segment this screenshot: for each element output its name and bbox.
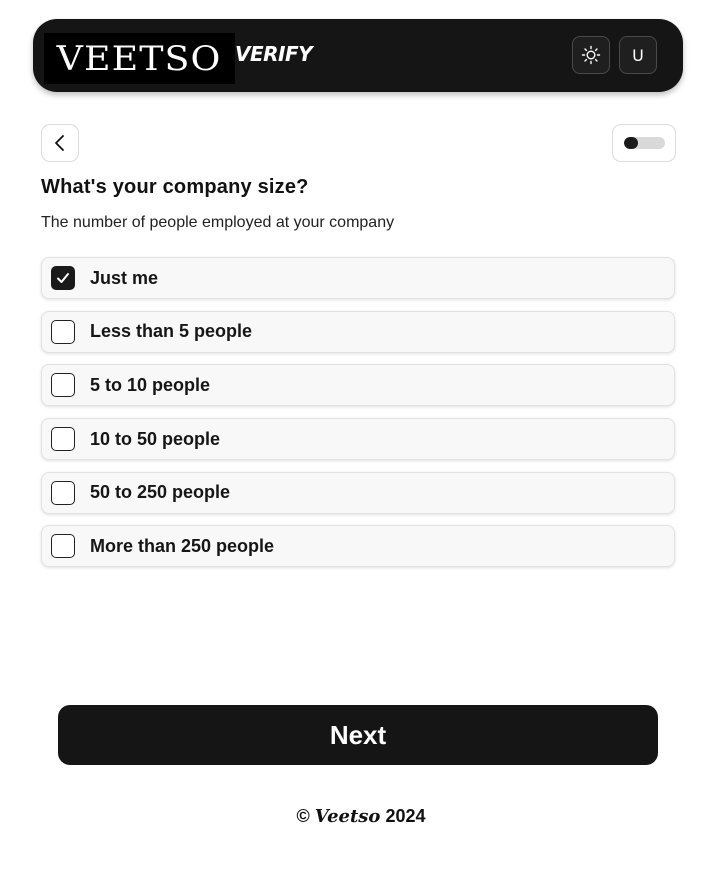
next-button[interactable]: Next <box>58 705 658 765</box>
question-title: What's your company size? <box>41 176 309 198</box>
option-5-to-10[interactable]: 5 to 10 people <box>41 364 675 407</box>
footer-brand: Veetso <box>314 806 381 827</box>
checkbox[interactable] <box>51 266 75 290</box>
option-50-to-250[interactable]: 50 to 250 people <box>41 471 675 514</box>
check-icon <box>57 273 69 283</box>
logo-text: VEETSO <box>57 38 222 79</box>
checkbox[interactable] <box>51 480 75 505</box>
logo[interactable]: VEETSO <box>44 33 235 84</box>
progress-indicator <box>612 124 676 162</box>
option-more-than-250[interactable]: More than 250 people <box>41 525 675 568</box>
checkbox[interactable] <box>51 373 75 398</box>
option-less-than-5[interactable]: Less than 5 people <box>41 310 675 353</box>
back-button[interactable] <box>41 124 79 162</box>
progress-fill <box>623 137 638 149</box>
logo-suffix: VERIFY <box>235 42 313 66</box>
user-avatar-button[interactable]: U <box>619 36 657 74</box>
chevron-left-icon <box>55 135 64 151</box>
option-label: More than 250 people <box>90 535 275 556</box>
option-label: 5 to 10 people <box>90 374 211 395</box>
option-label: 10 to 50 people <box>90 428 221 449</box>
checkbox[interactable] <box>51 427 75 452</box>
progress-track <box>623 137 665 149</box>
checkbox[interactable] <box>51 319 75 344</box>
option-label: Just me <box>90 267 159 288</box>
option-label: Less than 5 people <box>90 321 253 342</box>
checkbox[interactable] <box>51 534 75 559</box>
question-subtitle: The number of people employed at your co… <box>41 214 395 231</box>
sun-icon <box>581 45 601 65</box>
next-button-label: Next <box>329 719 387 750</box>
footer-year: 2024 <box>385 806 426 826</box>
options-list: Just me Less than 5 people 5 to 10 peopl… <box>41 257 675 579</box>
theme-toggle-button[interactable] <box>572 36 610 74</box>
option-10-to-50[interactable]: 10 to 50 people <box>41 418 675 461</box>
user-initial: U <box>632 45 644 65</box>
app-header: VEETSO VERIFY U <box>33 19 683 92</box>
footer: © Veetso 2024 <box>0 806 722 827</box>
option-label: 50 to 250 people <box>90 482 231 503</box>
option-just-me[interactable]: Just me <box>41 257 675 299</box>
copyright-symbol: © <box>296 806 310 826</box>
